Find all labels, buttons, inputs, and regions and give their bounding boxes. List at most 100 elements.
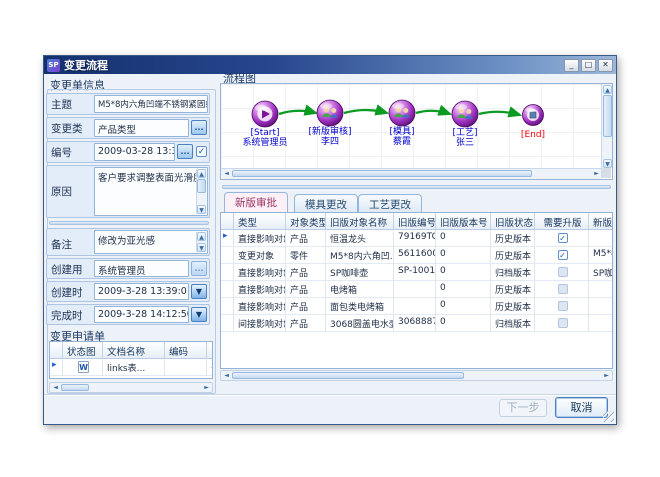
col-doc-name[interactable]: 文档名称 (103, 342, 165, 358)
col-old-status[interactable]: 旧版状态 (491, 213, 535, 229)
number-input[interactable]: 2009-03-28 13:39:01 (94, 143, 175, 161)
flow-node-review (317, 100, 343, 126)
scroll-up-icon[interactable]: ▲ (603, 85, 612, 94)
col-old-ver[interactable]: 旧版版本号 (436, 213, 491, 229)
grid-hscrollbar[interactable]: ◄ ► (220, 370, 613, 381)
scroll-down-icon[interactable]: ▼ (197, 205, 206, 214)
minimize-button[interactable]: _ (564, 59, 579, 72)
close-button[interactable]: ✕ (598, 59, 613, 72)
col-new[interactable]: 新版 (589, 213, 613, 229)
change-type-picker-button[interactable]: ... (191, 120, 207, 135)
cell-old-no: 79169TC (394, 230, 436, 246)
grid-header-row: 类型 对象类型 旧版对象名称 旧版编号 旧版版本号 旧版状态 需要升版 新版 (221, 213, 612, 230)
scroll-down-icon[interactable]: ▼ (197, 243, 206, 252)
col-old-no[interactable]: 旧版编号 (394, 213, 436, 229)
field-subject-label: 主题 (47, 94, 93, 114)
remark-scrollbar[interactable]: ▲ ▼ (196, 232, 206, 252)
request-grid-row[interactable]: ▸ W links表... 普通 (50, 359, 212, 376)
upgrade-checkbox[interactable] (558, 301, 568, 311)
flow-label-start[interactable]: [Start]系统管理员 (242, 128, 287, 148)
flow-label-end[interactable]: [End] (521, 130, 545, 140)
request-extra: 普通 (207, 359, 213, 375)
col-type[interactable]: 类型 (234, 213, 286, 229)
creator-input[interactable]: 系统管理员 (94, 260, 189, 277)
scroll-right-icon[interactable]: ► (602, 372, 611, 380)
finish-time-dropdown-icon[interactable]: ▼ (191, 307, 207, 322)
upgrade-checkbox[interactable] (558, 267, 568, 277)
scroll-left-icon[interactable]: ◄ (51, 384, 60, 392)
upgrade-checkbox[interactable] (558, 233, 568, 243)
scroll-thumb[interactable] (197, 179, 206, 193)
scroll-thumb[interactable] (232, 170, 532, 177)
flow-label-craft[interactable]: [工艺]张三 (452, 128, 477, 148)
scroll-thumb[interactable] (61, 384, 89, 391)
change-type-input[interactable]: 产品类型 (94, 119, 189, 137)
cell-new-name: M5*8 (589, 247, 613, 263)
upgrade-checkbox[interactable] (558, 250, 568, 260)
reason-scrollbar[interactable]: ▲ ▼ (196, 169, 206, 214)
tab-craft-change[interactable]: 工艺更改 (358, 194, 422, 212)
field-remark: 备注 修改为亚光感 ▲ ▼ (46, 228, 210, 256)
col-status-icon[interactable]: 状态图 (63, 342, 103, 358)
number-checkbox[interactable] (196, 146, 207, 157)
scroll-thumb[interactable] (232, 372, 464, 379)
field-number-label: 编号 (47, 142, 93, 162)
reason-textarea[interactable]: 客户要求调整表面光滑度 ▲ ▼ (94, 167, 208, 216)
flow-label-mold[interactable]: [模具]蔡霞 (389, 127, 414, 147)
create-time-dropdown-icon[interactable]: ▼ (191, 284, 207, 299)
cell-type: 直接影响对象 (234, 264, 286, 280)
col-extra[interactable] (207, 342, 213, 358)
change-process-dialog: SP 变更流程 _ □ ✕ 变更单信息 主题 M5*8内六角凹端不锈钢紧固螺钉 … (43, 55, 617, 425)
request-list-hscrollbar[interactable]: ◄ ► (49, 382, 213, 393)
col-code[interactable]: 编码 (165, 342, 207, 358)
flow-canvas[interactable]: [Start]系统管理员 [新版审核]李四 [模具]蔡霞 [工艺]张三 [End… (221, 84, 602, 169)
grid-row-3[interactable]: 直接影响对象 产品 SP咖啡壶 SP-1001 0 归档版本 SP咖 (221, 264, 612, 281)
cell-name: SP咖啡壶 (326, 264, 394, 280)
cell-old-ver: 0 (436, 281, 491, 297)
scroll-down-icon[interactable]: ▼ (603, 159, 612, 168)
title-bar[interactable]: SP 变更流程 _ □ ✕ (44, 56, 616, 74)
grid-row-6[interactable]: 间接影响对象 产品 3068圆盖电水壶 3068887 0 归档版本 (221, 315, 612, 332)
left-splitter[interactable] (49, 221, 209, 225)
grid-row-1[interactable]: ▸ 直接影响对象 产品 恒温龙头 79169TC 0 历史版本 (221, 230, 612, 247)
field-subject: 主题 M5*8内六角凹端不锈钢紧固螺钉 (46, 93, 210, 115)
tab-mold-change[interactable]: 模具更改 (294, 194, 358, 212)
scroll-right-icon[interactable]: ► (202, 384, 211, 392)
scroll-left-icon[interactable]: ◄ (222, 170, 231, 178)
col-old-name[interactable]: 旧版对象名称 (326, 213, 394, 229)
grid-row-5[interactable]: 直接影响对象 产品 面包类电烤箱 0 历史版本 (221, 298, 612, 315)
grid-row-2[interactable]: 变更对象 零件 M5*8内六角凹... 5611600 0 历史版本 M5*8 (221, 247, 612, 264)
flow-label-review[interactable]: [新版审核]李四 (308, 127, 351, 147)
resize-grip[interactable] (603, 411, 614, 422)
col-upgrade[interactable]: 需要升版 (535, 213, 589, 229)
scroll-thumb[interactable] (603, 95, 612, 137)
cell-new-name (589, 281, 613, 297)
scroll-up-icon[interactable]: ▲ (197, 232, 206, 241)
grid-row-4[interactable]: 直接影响对象 产品 电烤箱 0 历史版本 (221, 281, 612, 298)
scroll-right-icon[interactable]: ► (592, 170, 601, 178)
remark-textarea[interactable]: 修改为亚光感 ▲ ▼ (94, 230, 208, 254)
number-picker-button[interactable]: ... (177, 144, 193, 159)
upgrade-checkbox[interactable] (558, 284, 568, 294)
cell-old-ver: 0 (436, 264, 491, 280)
scroll-left-icon[interactable]: ◄ (222, 372, 231, 380)
subject-input[interactable]: M5*8内六角凹端不锈钢紧固螺钉 (94, 95, 208, 113)
cell-type: 变更对象 (234, 247, 286, 263)
flow-vscrollbar[interactable]: ▲ ▼ (601, 84, 612, 169)
next-button[interactable]: 下一步 (499, 399, 547, 417)
finish-time-input[interactable]: 2009-3-28 14:12:50 (94, 306, 189, 323)
flow-hscrollbar[interactable]: ◄ ► (221, 168, 602, 179)
col-obj-type[interactable]: 对象类型 (286, 213, 326, 229)
create-time-input[interactable]: 2009-3-28 13:39:01 (94, 283, 189, 300)
window-title: 变更流程 (64, 57, 564, 73)
creator-picker-button[interactable]: ... (191, 261, 207, 276)
maximize-button[interactable]: □ (581, 59, 596, 72)
cell-type: 直接影响对象 (234, 298, 286, 314)
scroll-up-icon[interactable]: ▲ (197, 169, 206, 178)
upgrade-checkbox[interactable] (558, 318, 568, 328)
flow-chart: [Start]系统管理员 [新版审核]李四 [模具]蔡霞 [工艺]张三 [End… (220, 83, 613, 180)
right-splitter[interactable] (222, 185, 611, 189)
tab-new-version-approval[interactable]: 新版审批 (224, 192, 288, 212)
flow-node-craft (452, 101, 478, 127)
cancel-button[interactable]: 取消 (555, 397, 608, 418)
